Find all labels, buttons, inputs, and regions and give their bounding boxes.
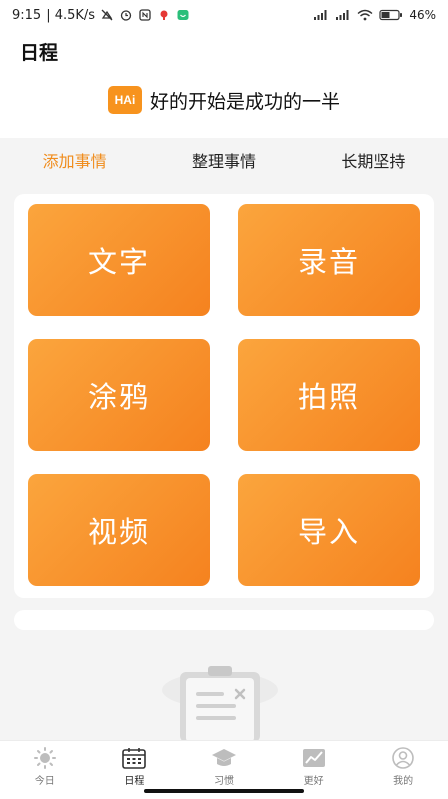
app-logo: HAi <box>107 86 142 114</box>
signal-icon <box>336 10 349 20</box>
nav-item-schedule[interactable]: 日程 <box>94 741 174 787</box>
import-button[interactable]: 导入 <box>238 474 420 586</box>
profile-icon <box>392 747 414 769</box>
calendar-icon <box>122 748 147 769</box>
tab-bar: 添加事情 整理事情 长期坚持 <box>0 138 448 182</box>
battery-icon <box>379 9 403 21</box>
record-button[interactable]: 录音 <box>238 204 420 316</box>
tab-add-items[interactable]: 添加事情 <box>43 148 107 172</box>
graduation-cap-icon <box>211 749 236 766</box>
nav-item-better[interactable]: 更好 <box>274 741 354 787</box>
status-time: 9:15 <box>12 7 42 23</box>
location-icon <box>160 10 168 20</box>
status-right: 46% <box>313 8 436 22</box>
tab-organize-items[interactable]: 整理事情 <box>192 148 256 172</box>
home-indicator[interactable] <box>144 789 304 793</box>
nav-item-habits[interactable]: 习惯 <box>184 741 264 787</box>
wifi-icon <box>357 9 373 21</box>
motto-banner: HAi 好的开始是成功的一半 <box>0 86 448 114</box>
app-header: 日程 HAi 好的开始是成功的一半 <box>0 30 448 138</box>
nav-label-habits: 习惯 <box>213 776 234 787</box>
alarm-icon <box>120 10 132 21</box>
page-title: 日程 <box>20 42 59 64</box>
motto-text: 好的开始是成功的一半 <box>149 90 340 113</box>
text-button[interactable]: 文字 <box>28 204 210 316</box>
trend-chart-icon <box>302 749 325 767</box>
nav-label-me: 我的 <box>393 776 414 787</box>
photo-button[interactable]: 拍照 <box>238 339 420 451</box>
doodle-button[interactable]: 涂鸦 <box>28 339 210 451</box>
sun-icon <box>33 747 56 769</box>
nav-label-schedule: 日程 <box>124 776 145 787</box>
status-network-speed: | 4.5K/s <box>46 7 96 23</box>
battery-percent: 46% <box>409 8 436 22</box>
nav-label-today: 今日 <box>34 776 55 787</box>
nav-item-today[interactable]: 今日 <box>5 741 85 787</box>
nav-label-better: 更好 <box>303 776 324 787</box>
nav-item-me[interactable]: 我的 <box>363 741 443 787</box>
list-strip <box>14 610 434 630</box>
status-left: 9:15 | 4.5K/s <box>12 8 190 23</box>
video-button[interactable]: 视频 <box>28 474 210 586</box>
nfc-icon <box>139 9 151 21</box>
add-actions-panel: 文字 录音 涂鸦 拍照 视频 导入 <box>14 194 434 598</box>
app-icon <box>177 10 189 20</box>
clipboard-illustration <box>162 666 278 740</box>
signal-icon <box>314 10 327 20</box>
tab-long-term[interactable]: 长期坚持 <box>341 148 405 172</box>
mute-icon <box>101 9 113 21</box>
status-bar: 9:15 | 4.5K/s 46% <box>0 0 448 30</box>
